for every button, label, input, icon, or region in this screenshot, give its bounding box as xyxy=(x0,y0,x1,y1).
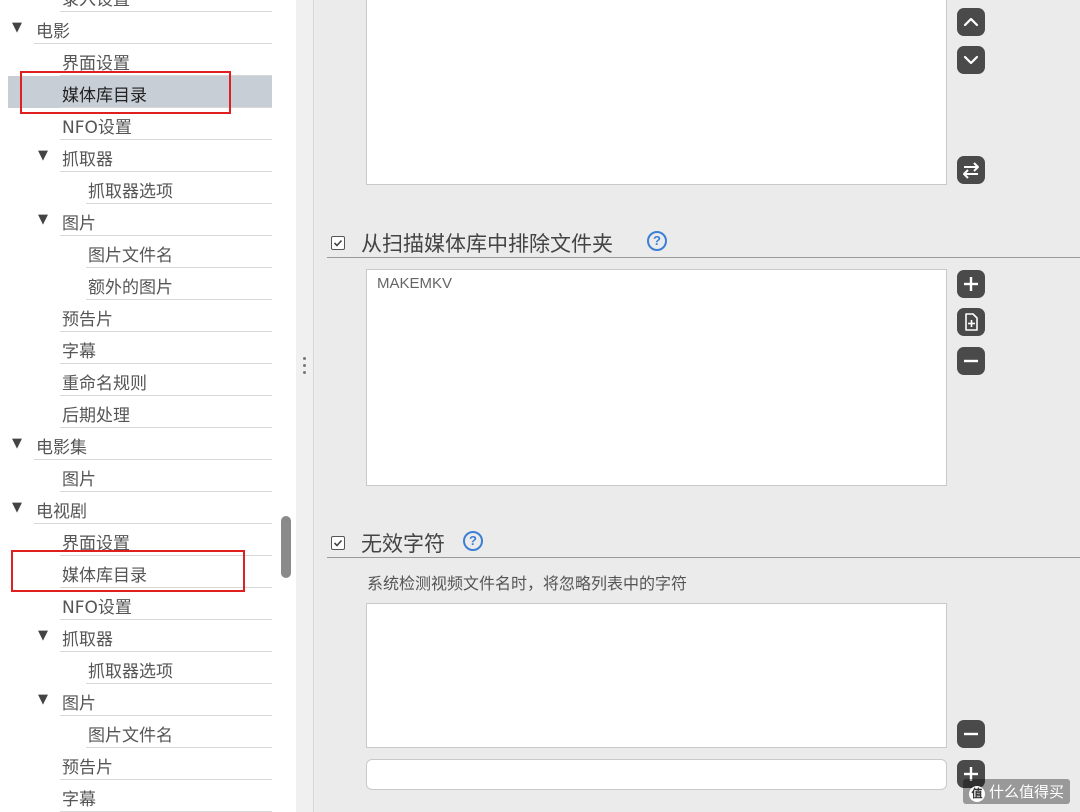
excluded-folders-list[interactable]: MAKEMKV xyxy=(366,269,947,486)
tree-item-label: 电影 xyxy=(36,22,70,42)
add-folder-button[interactable] xyxy=(957,270,985,298)
tree-item-label: 抓取器选项 xyxy=(88,182,173,202)
move-down-button[interactable] xyxy=(957,46,985,74)
invalid-chars-title: 无效字符 xyxy=(361,532,445,556)
tree-item-label: 抓取器选项 xyxy=(88,662,173,682)
tree-item[interactable]: 后期处理 xyxy=(0,396,280,428)
watermark-logo-icon: 值 xyxy=(968,786,985,802)
tree-item[interactable]: 重命名规则 xyxy=(0,364,280,396)
tree-item[interactable]: 抓取器选项 xyxy=(0,172,280,204)
tree-item[interactable]: ▼ 图片 xyxy=(0,204,280,236)
tree-item-label: 抓取器 xyxy=(62,630,113,650)
invalid-chars-description: 系统检测视频文件名时，将忽略列表中的字符 xyxy=(367,574,688,593)
panel-splitter[interactable] xyxy=(296,0,314,812)
help-icon[interactable]: ? xyxy=(647,231,667,251)
swap-button[interactable] xyxy=(957,156,985,184)
help-icon[interactable]: ? xyxy=(463,531,483,551)
invalid-chars-header: 无效字符 ? xyxy=(327,528,1080,558)
minus-icon xyxy=(964,359,978,363)
tree-item[interactable]: ▼ 电影 xyxy=(0,12,280,44)
highlight-box-movie-library xyxy=(20,71,231,114)
tree-item[interactable]: NFO设置 xyxy=(0,588,280,620)
tree-item[interactable]: ▼ 电视剧 xyxy=(0,492,280,524)
invalid-chars-checkbox[interactable] xyxy=(331,536,345,550)
expand-arrow-icon[interactable]: ▼ xyxy=(12,436,22,451)
checkmark-icon xyxy=(333,539,343,547)
expand-arrow-icon[interactable]: ▼ xyxy=(38,692,48,707)
settings-tree-sidebar: 录入设置 ▼ 电影 界面设置 媒体库目录 NFO设置 ▼ 抓取器 抓取器选项 ▼ 图片 图片文件名 额外… xyxy=(0,0,296,812)
tree-item-label: 电影集 xyxy=(36,438,87,458)
list-item[interactable]: MAKEMKV xyxy=(377,275,452,292)
tree-item-label: 抓取器 xyxy=(62,150,113,170)
tree-item[interactable]: 额外的图片 xyxy=(0,268,280,300)
tree-item-cut[interactable]: 录入设置 xyxy=(0,0,280,12)
tree-item[interactable]: 字幕 xyxy=(0,332,280,364)
invalid-chars-list[interactable] xyxy=(366,603,947,748)
splitter-grip-dot xyxy=(303,357,306,360)
tree-item[interactable]: 图片文件名 xyxy=(0,236,280,268)
tree-item-label: 图片 xyxy=(62,694,96,714)
tree-item-label: NFO设置 xyxy=(62,598,132,618)
expand-arrow-icon[interactable]: ▼ xyxy=(12,20,22,35)
tree-item[interactable]: ▼ 抓取器 xyxy=(0,620,280,652)
exclude-folders-header: 从扫描媒体库中排除文件夹 ? xyxy=(327,228,1080,258)
add-file-icon xyxy=(965,313,978,331)
tree-item[interactable]: ▼ 图片 xyxy=(0,684,280,716)
tree-item-label: 额外的图片 xyxy=(88,278,173,298)
chevron-down-icon xyxy=(963,55,979,65)
section-divider xyxy=(327,257,1080,258)
tree-item-label: 预告片 xyxy=(62,758,113,778)
sidebar-scrollbar-thumb[interactable] xyxy=(281,516,291,578)
tree-item-label: 图片 xyxy=(62,470,96,490)
tree-item[interactable]: ▼ 电影集 xyxy=(0,428,280,460)
tree-item[interactable]: 预告片 xyxy=(0,300,280,332)
swap-arrows-icon xyxy=(963,162,979,179)
tree-item-label: 字幕 xyxy=(62,790,96,810)
remove-char-button[interactable] xyxy=(957,720,985,748)
tree-item-label: 电视剧 xyxy=(36,502,87,522)
splitter-grip-dot xyxy=(303,371,306,374)
tree-item-label: 图片 xyxy=(62,214,96,234)
tree-item[interactable]: 图片文件名 xyxy=(0,716,280,748)
tree-item-label: 录入设置 xyxy=(62,0,130,10)
exclude-folders-checkbox[interactable] xyxy=(331,236,345,250)
chevron-up-icon xyxy=(963,17,979,27)
exclude-folders-title: 从扫描媒体库中排除文件夹 xyxy=(361,232,613,256)
settings-content-panel: 从扫描媒体库中排除文件夹 ? MAKEMKV 无效字符 ? 系统检测视频文件名时… xyxy=(315,0,1080,812)
tree-item-label: 重命名规则 xyxy=(62,374,147,394)
section-divider xyxy=(327,557,1080,558)
tree-item[interactable]: 图片 xyxy=(0,460,280,492)
highlight-box-tv-library xyxy=(11,550,245,592)
expand-arrow-icon[interactable]: ▼ xyxy=(38,628,48,643)
tree-item-label: NFO设置 xyxy=(62,118,132,138)
move-up-button[interactable] xyxy=(957,8,985,36)
tree-item[interactable]: 抓取器选项 xyxy=(0,652,280,684)
tree-item-label: 预告片 xyxy=(62,310,113,330)
tree-item-cut[interactable]: 字幕 xyxy=(0,780,280,812)
tree-item[interactable]: ▼ 抓取器 xyxy=(0,140,280,172)
tree-item[interactable]: 预告片 xyxy=(0,748,280,780)
minus-icon xyxy=(964,732,978,736)
remove-folder-button[interactable] xyxy=(957,347,985,375)
expand-arrow-icon[interactable]: ▼ xyxy=(38,148,48,163)
sidebar-scrollbar-track[interactable] xyxy=(280,0,292,790)
plus-icon xyxy=(964,277,978,291)
tree-item-label: 图片文件名 xyxy=(88,726,173,746)
checkmark-icon xyxy=(333,239,343,247)
watermark: 值什么值得买 xyxy=(962,779,1070,804)
media-folders-list[interactable] xyxy=(366,0,947,185)
invalid-char-input[interactable] xyxy=(366,759,947,790)
tree-item-label: 图片文件名 xyxy=(88,246,173,266)
tree-item-label: 后期处理 xyxy=(62,406,130,426)
watermark-text: 什么值得买 xyxy=(988,783,1064,801)
splitter-grip-dot xyxy=(303,364,306,367)
expand-arrow-icon[interactable]: ▼ xyxy=(38,212,48,227)
add-file-button[interactable] xyxy=(957,308,985,336)
expand-arrow-icon[interactable]: ▼ xyxy=(12,500,22,515)
tree-item-label: 字幕 xyxy=(62,342,96,362)
